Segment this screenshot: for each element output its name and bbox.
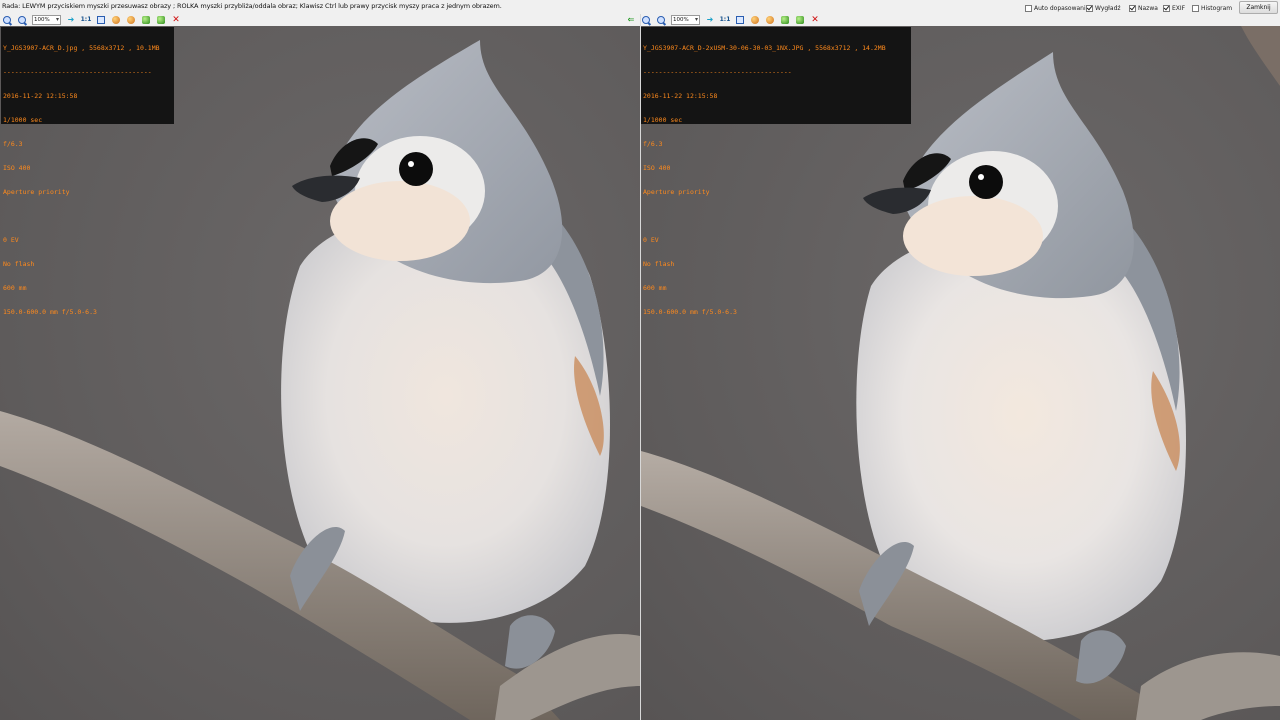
rotate-right-icon[interactable]: [765, 15, 775, 25]
smooth-checkbox[interactable]: Wygładź: [1086, 3, 1121, 13]
zoom-in-icon[interactable]: [2, 15, 12, 25]
exif-header: Y_JGS3907-ACR_D-2xUSM-30-06-30-03_1NX.JP…: [643, 44, 886, 52]
exif-ev: 0 EV: [643, 236, 659, 244]
fit-window-icon[interactable]: [735, 15, 745, 25]
arrow-right-icon[interactable]: ➜: [66, 15, 76, 25]
rotate-right-icon[interactable]: [126, 15, 136, 25]
exif-shutter: 1/1000 sec: [3, 116, 43, 124]
exif-iso: ISO 400: [3, 164, 31, 172]
exif-lens: 150.0-600.0 mm f/5.0-6.3: [643, 308, 737, 316]
smooth-label: Wygładź: [1095, 4, 1121, 12]
exif-header: Y_JGS3907-ACR_D.jpg , 5568x3712 , 10.1MB: [3, 44, 160, 52]
zoom-out-icon[interactable]: [17, 15, 27, 25]
next-image-icon[interactable]: [156, 15, 166, 25]
previous-image-icon[interactable]: [780, 15, 790, 25]
name-checkbox[interactable]: Nazwa: [1129, 3, 1158, 13]
exif-shutter: 1/1000 sec: [643, 116, 683, 124]
exif-aperture: f/6.3: [3, 140, 23, 148]
arrow-left-icon[interactable]: ⇐: [626, 15, 636, 25]
image-compare-window: Rada: LEWYM przyciskiem myszki przesuwas…: [0, 0, 1280, 720]
zoom-out-icon[interactable]: [656, 15, 666, 25]
toolbar-left: 100% ➜ 1:1 ✕: [0, 14, 640, 26]
image-pane-right[interactable]: Y_JGS3907-ACR_D-2xUSM-30-06-30-03_1NX.JP…: [641, 26, 1280, 720]
exif-mode: Aperture priority: [643, 188, 710, 196]
smooth-check-box[interactable]: [1086, 4, 1093, 12]
exif-mode: Aperture priority: [3, 188, 70, 196]
zoom-in-icon[interactable]: [641, 15, 651, 25]
toolbar-right: ⇐ 100% ➜ 1:1 ✕: [628, 14, 1280, 26]
one-to-one-button[interactable]: 1:1: [81, 15, 92, 25]
histogram-checkbox[interactable]: Histogram: [1192, 3, 1232, 13]
hint-text: Rada: LEWYM przyciskiem myszki przesuwas…: [2, 2, 502, 10]
exif-flash: No flash: [643, 260, 675, 268]
exif-lens: 150.0-600.0 mm f/5.0-6.3: [3, 308, 97, 316]
exif-checkbox[interactable]: EXIF: [1163, 3, 1185, 13]
auto-fit-label: Auto dopasowanie: [1034, 4, 1090, 12]
histogram-label: Histogram: [1201, 4, 1233, 12]
name-check-box[interactable]: [1129, 4, 1136, 12]
exif-focal: 600 mm: [643, 284, 667, 292]
exif-aperture: f/6.3: [643, 140, 663, 148]
one-to-one-button[interactable]: 1:1: [720, 15, 731, 25]
fit-window-icon[interactable]: [96, 15, 106, 25]
exif-datetime: 2016-11-22 12:15:58: [3, 92, 78, 100]
name-label: Nazwa: [1138, 4, 1158, 12]
exif-separator: --------------------------------------: [3, 68, 152, 76]
exif-blank: [3, 212, 172, 220]
close-button[interactable]: Zamknij: [1239, 1, 1278, 14]
exif-label: EXIF: [1172, 4, 1186, 12]
auto-fit-checkbox[interactable]: Auto dopasowanie: [1025, 3, 1089, 13]
exif-ev: 0 EV: [3, 236, 19, 244]
exif-overlay-right: Y_JGS3907-ACR_D-2xUSM-30-06-30-03_1NX.JP…: [641, 27, 911, 316]
exif-blank: [643, 212, 909, 220]
exif-iso: ISO 400: [643, 164, 671, 172]
auto-fit-check-box[interactable]: [1025, 4, 1032, 12]
exif-overlay-left: Y_JGS3907-ACR_D.jpg , 5568x3712 , 10.1MB…: [1, 27, 174, 316]
histogram-check-box[interactable]: [1192, 4, 1199, 12]
exif-flash: No flash: [3, 260, 35, 268]
rotate-left-icon[interactable]: [750, 15, 760, 25]
exif-separator: --------------------------------------: [643, 68, 792, 76]
hint-bar: Rada: LEWYM przyciskiem myszki przesuwas…: [0, 0, 1280, 14]
close-image-icon[interactable]: ✕: [171, 15, 181, 25]
zoom-select-right[interactable]: 100%: [671, 15, 700, 25]
image-pane-left[interactable]: Y_JGS3907-ACR_D.jpg , 5568x3712 , 10.1MB…: [0, 26, 640, 720]
close-image-icon[interactable]: ✕: [810, 15, 820, 25]
zoom-select-left[interactable]: 100%: [32, 15, 61, 25]
exif-datetime: 2016-11-22 12:15:58: [643, 92, 718, 100]
previous-image-icon[interactable]: [141, 15, 151, 25]
next-image-icon[interactable]: [795, 15, 805, 25]
exif-focal: 600 mm: [3, 284, 27, 292]
exif-check-box[interactable]: [1163, 4, 1170, 12]
arrow-right-icon[interactable]: ➜: [705, 15, 715, 25]
rotate-left-icon[interactable]: [111, 15, 121, 25]
